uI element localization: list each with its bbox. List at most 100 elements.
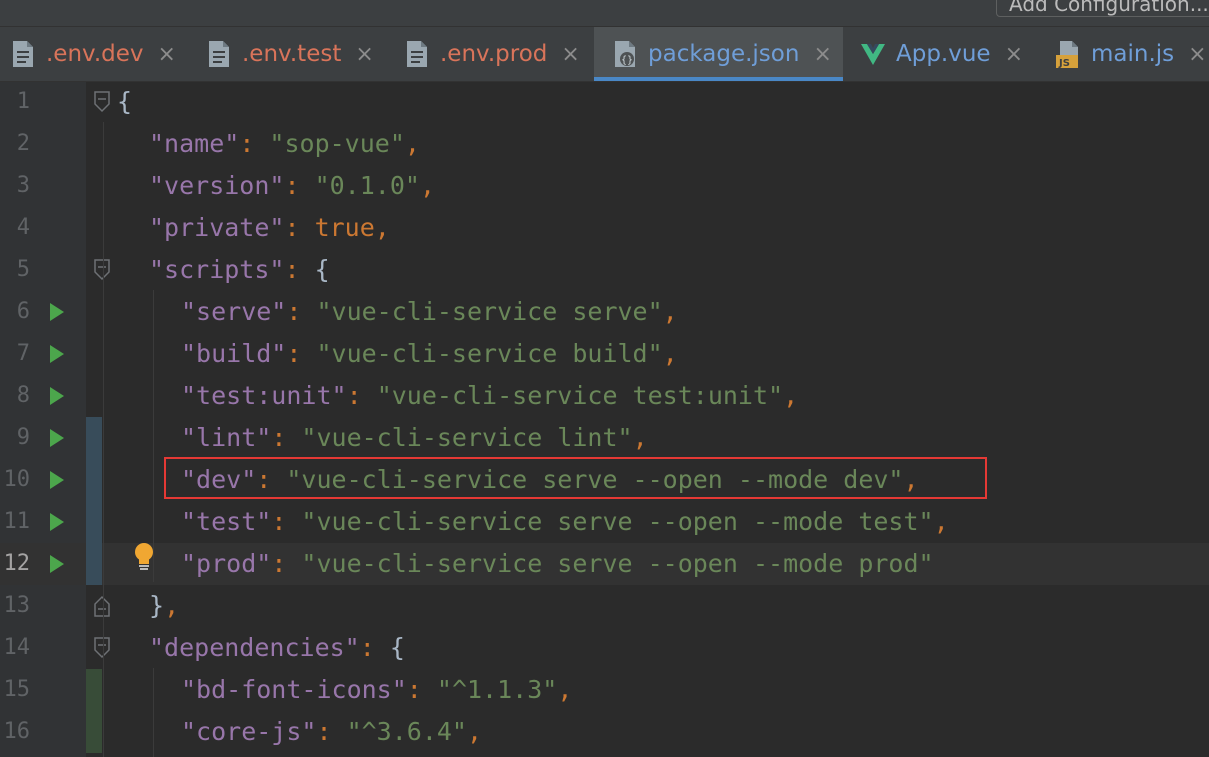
code-line[interactable]: 13}, [0,585,1209,627]
code-line[interactable]: 5 "scripts": { [0,249,1209,291]
close-icon[interactable]: × [561,42,579,67]
tab-env-prod[interactable]: .env.prod × [404,27,580,81]
line-number: 13 [3,593,31,618]
tab-env-dev[interactable]: .env.dev × [10,27,176,81]
close-icon[interactable]: × [158,42,176,67]
highlight-annotation [164,457,987,499]
indent-guide [103,122,104,757]
vcs-change-marker[interactable] [86,711,102,753]
code-token: { [314,255,330,284]
code-token: : [316,717,347,746]
code-token: "build" [181,339,287,368]
code-token: "dependencies" [149,633,360,662]
text-file-icon [209,41,229,67]
code-token: "vue-cli-service serve --open --mode pro… [301,549,934,578]
code-token: "sop-vue" [269,129,405,158]
code-token: "core-js" [181,717,317,746]
code-line[interactable]: 1{ [0,81,1209,123]
fold-icon[interactable] [94,259,110,281]
code-text: "dependencies": { [149,627,405,669]
tab-package-json[interactable]: {} package.json × [594,27,843,81]
code-text: "version": "0.1.0", [149,165,435,207]
code-line[interactable]: 9 "lint": "vue-cli-service lint", [0,417,1209,459]
code-token: , [164,591,180,620]
tab-env-test[interactable]: .env.test × [206,27,374,81]
svg-text:JS: JS [1058,58,1070,69]
code-line[interactable]: 3 "version": "0.1.0", [0,165,1209,207]
code-text: "core-js": "^3.6.4", [181,711,482,753]
line-number: 12 [3,551,31,576]
code-token: , [783,381,799,410]
run-script-icon[interactable] [50,387,64,405]
code-token: , [557,675,573,704]
code-token: "vue-cli-service serve --open --mode tes… [301,507,934,536]
tab-label: package.json [648,41,800,67]
code-editor[interactable]: 1{2 "name": "sop-vue", 3 "version": "0.1.0"… [0,82,1209,757]
code-token: , [662,339,678,368]
code-token: "test" [181,507,272,536]
line-number: 7 [16,341,30,366]
close-icon[interactable]: × [813,42,831,67]
code-line[interactable]: 8 "test:unit": "vue-cli-service test:unit… [0,375,1209,417]
code-token: "private" [149,213,285,242]
line-number: 15 [3,677,31,702]
code-line[interactable]: 4 "private": true, [0,207,1209,249]
close-icon[interactable]: × [1005,42,1023,67]
code-token: "serve" [181,297,287,326]
run-script-icon[interactable] [50,345,64,363]
code-line[interactable]: 2 "name": "sop-vue", [0,123,1209,165]
code-token: , [933,507,949,536]
close-icon[interactable]: × [355,42,373,67]
code-token: : [284,255,315,284]
code-line[interactable]: 16 "core-js": "^3.6.4", [0,711,1209,753]
text-file-icon [13,41,33,67]
tab-label: .env.test [242,41,342,67]
code-token: "^3.6.4" [346,717,467,746]
fold-icon[interactable] [94,637,110,659]
vcs-change-marker[interactable] [86,669,102,711]
code-token: , [662,297,678,326]
code-text: "bd-font-icons": "^1.1.3", [181,669,572,711]
line-number: 9 [16,425,30,450]
code-line[interactable]: 12 "prod": "vue-cli-service serve --open … [0,543,1209,585]
indent-guide [153,290,154,582]
tab-app-vue[interactable]: App.vue × [860,27,1023,81]
fold-icon[interactable] [94,91,110,113]
code-line[interactable]: 7 "build": "vue-cli-service build", [0,333,1209,375]
run-script-icon[interactable] [50,555,64,573]
code-text: "serve": "vue-cli-service serve", [181,291,678,333]
lightbulb-icon[interactable] [132,542,156,572]
run-script-icon[interactable] [50,429,64,447]
run-script-icon[interactable] [50,513,64,531]
vcs-change-marker[interactable] [86,459,102,501]
code-token: , [374,213,390,242]
vcs-change-marker[interactable] [86,417,102,459]
vcs-change-marker[interactable] [86,501,102,543]
code-line[interactable]: 14 "dependencies": { [0,627,1209,669]
code-token: : [406,675,437,704]
code-token: "lint" [181,423,272,452]
fold-icon[interactable] [94,595,110,617]
code-token: { [389,633,405,662]
tab-label: App.vue [896,41,991,67]
code-token: { [117,87,133,116]
line-number: 8 [16,383,30,408]
vcs-change-marker[interactable] [86,543,102,585]
code-token: : [271,423,302,452]
code-token: , [467,717,483,746]
code-token: "scripts" [149,255,285,284]
code-token: "version" [149,171,285,200]
run-script-icon[interactable] [50,303,64,321]
add-configuration-button[interactable]: Add Configuration... [996,0,1209,17]
tab-main-js[interactable]: JS main.js × [1055,27,1207,81]
run-script-icon[interactable] [50,471,64,489]
line-number: 2 [16,131,30,156]
code-line[interactable]: 11 "test": "vue-cli-service serve --open … [0,501,1209,543]
line-number: 16 [3,719,31,744]
code-line[interactable]: 6 "serve": "vue-cli-service serve", [0,291,1209,333]
code-line[interactable]: 15 "bd-font-icons": "^1.1.3", [0,669,1209,711]
code-token: , [404,129,420,158]
code-token: "vue-cli-service serve" [316,297,663,326]
line-number: 11 [3,509,31,534]
close-icon[interactable]: × [1188,42,1206,67]
